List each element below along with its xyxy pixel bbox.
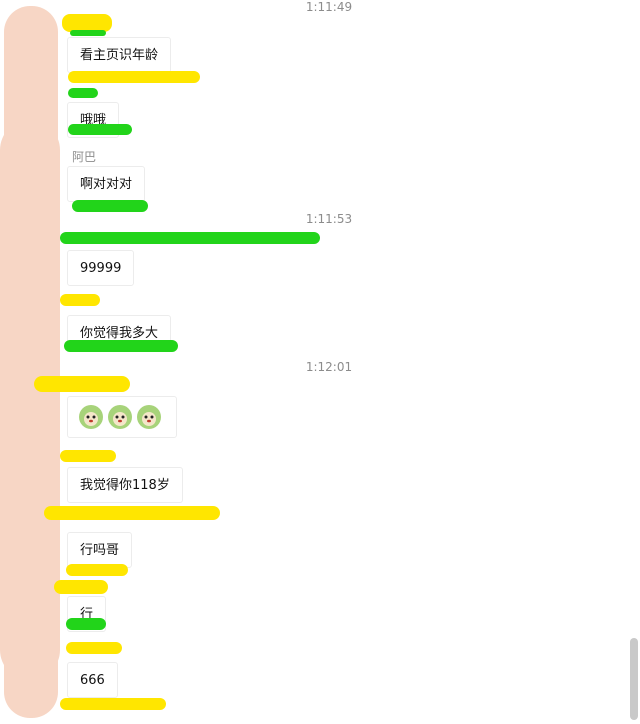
message-bubble[interactable]: 啊对对对: [67, 166, 146, 202]
redaction-mark: [54, 580, 108, 594]
redaction-mark: [72, 200, 148, 212]
message-bubble[interactable]: 99999: [67, 250, 135, 286]
redaction-mark: [60, 450, 116, 462]
redaction-mark: [66, 642, 122, 654]
sticker-message[interactable]: [67, 396, 177, 438]
timestamp: 1:12:01: [305, 360, 353, 374]
redaction-mark: [70, 30, 106, 36]
redaction-mark: [68, 124, 132, 135]
redaction-mark: [34, 376, 130, 392]
message-bubble[interactable]: 666: [67, 662, 118, 698]
scrollbar[interactable]: [630, 638, 638, 720]
redaction-mark: [64, 340, 178, 352]
chat-pane: 1:11:49 1:11:53 1:12:01 看主页识年龄 哦哦 阿巴 啊对对…: [0, 0, 640, 724]
cabbage-dog-sticker-icon: [137, 405, 161, 429]
timestamp: 1:11:53: [305, 212, 353, 226]
redaction-mark: [68, 71, 200, 83]
redaction-mark: [60, 294, 100, 306]
redaction-mark: [66, 618, 106, 630]
message-bubble[interactable]: 行吗哥: [67, 532, 133, 568]
redaction-mark: [68, 88, 98, 98]
redaction-mark: [44, 506, 220, 520]
redaction-mark: [60, 232, 320, 244]
timestamp: 1:11:49: [305, 0, 353, 14]
cabbage-dog-sticker-icon: [108, 405, 132, 429]
redaction-mark: [60, 698, 166, 710]
message-bubble[interactable]: 看主页识年龄: [67, 37, 172, 73]
redaction-mark: [66, 564, 128, 576]
cabbage-dog-sticker-icon: [79, 405, 103, 429]
message-bubble[interactable]: 我觉得你118岁: [67, 467, 183, 503]
sender-name: 阿巴: [72, 150, 97, 164]
redaction-mark: [0, 120, 60, 680]
